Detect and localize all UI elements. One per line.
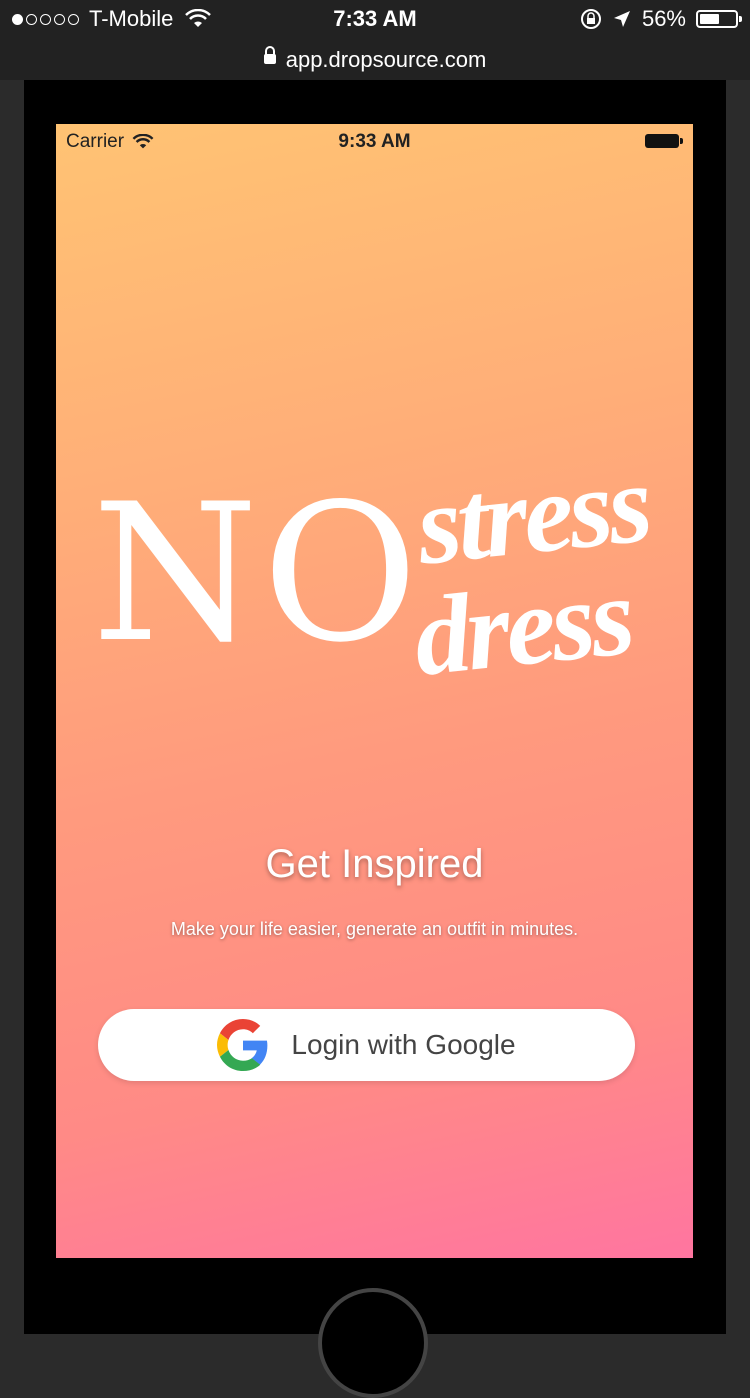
home-button[interactable] (318, 1288, 428, 1398)
app-status-time: 9:33 AM (338, 131, 411, 152)
browser-url-bar[interactable]: app.dropsource.com (0, 40, 750, 80)
battery-percent: 56% (641, 6, 686, 31)
url-text[interactable]: app.dropsource.com (286, 47, 487, 73)
login-with-google-button[interactable]: Login with Google (98, 1009, 635, 1081)
logo-word-no: NO (92, 463, 423, 684)
login-with-google-label: Login with Google (291, 1029, 516, 1060)
orientation-lock-icon (580, 9, 601, 29)
device-status-bar: T-Mobile 7:33 AM 56% (0, 0, 750, 40)
google-g-icon (217, 1019, 268, 1071)
logo-word-dress: dress (408, 554, 637, 700)
app-logo: NO stress dress (92, 441, 672, 709)
hero-subtitle: Make your life easier, generate an outfi… (170, 919, 579, 939)
app-status-bar: Carrier 9:33 AM (56, 124, 693, 160)
app-screen: Carrier 9:33 AM NO stress dress Get Insp… (56, 124, 693, 1258)
lock-icon (263, 46, 276, 67)
battery-icon (696, 10, 742, 28)
location-arrow-icon (613, 11, 630, 27)
hero-title: Get Inspired (265, 842, 484, 886)
app-battery-icon (645, 134, 683, 150)
device-status-right: 56% (580, 6, 742, 32)
